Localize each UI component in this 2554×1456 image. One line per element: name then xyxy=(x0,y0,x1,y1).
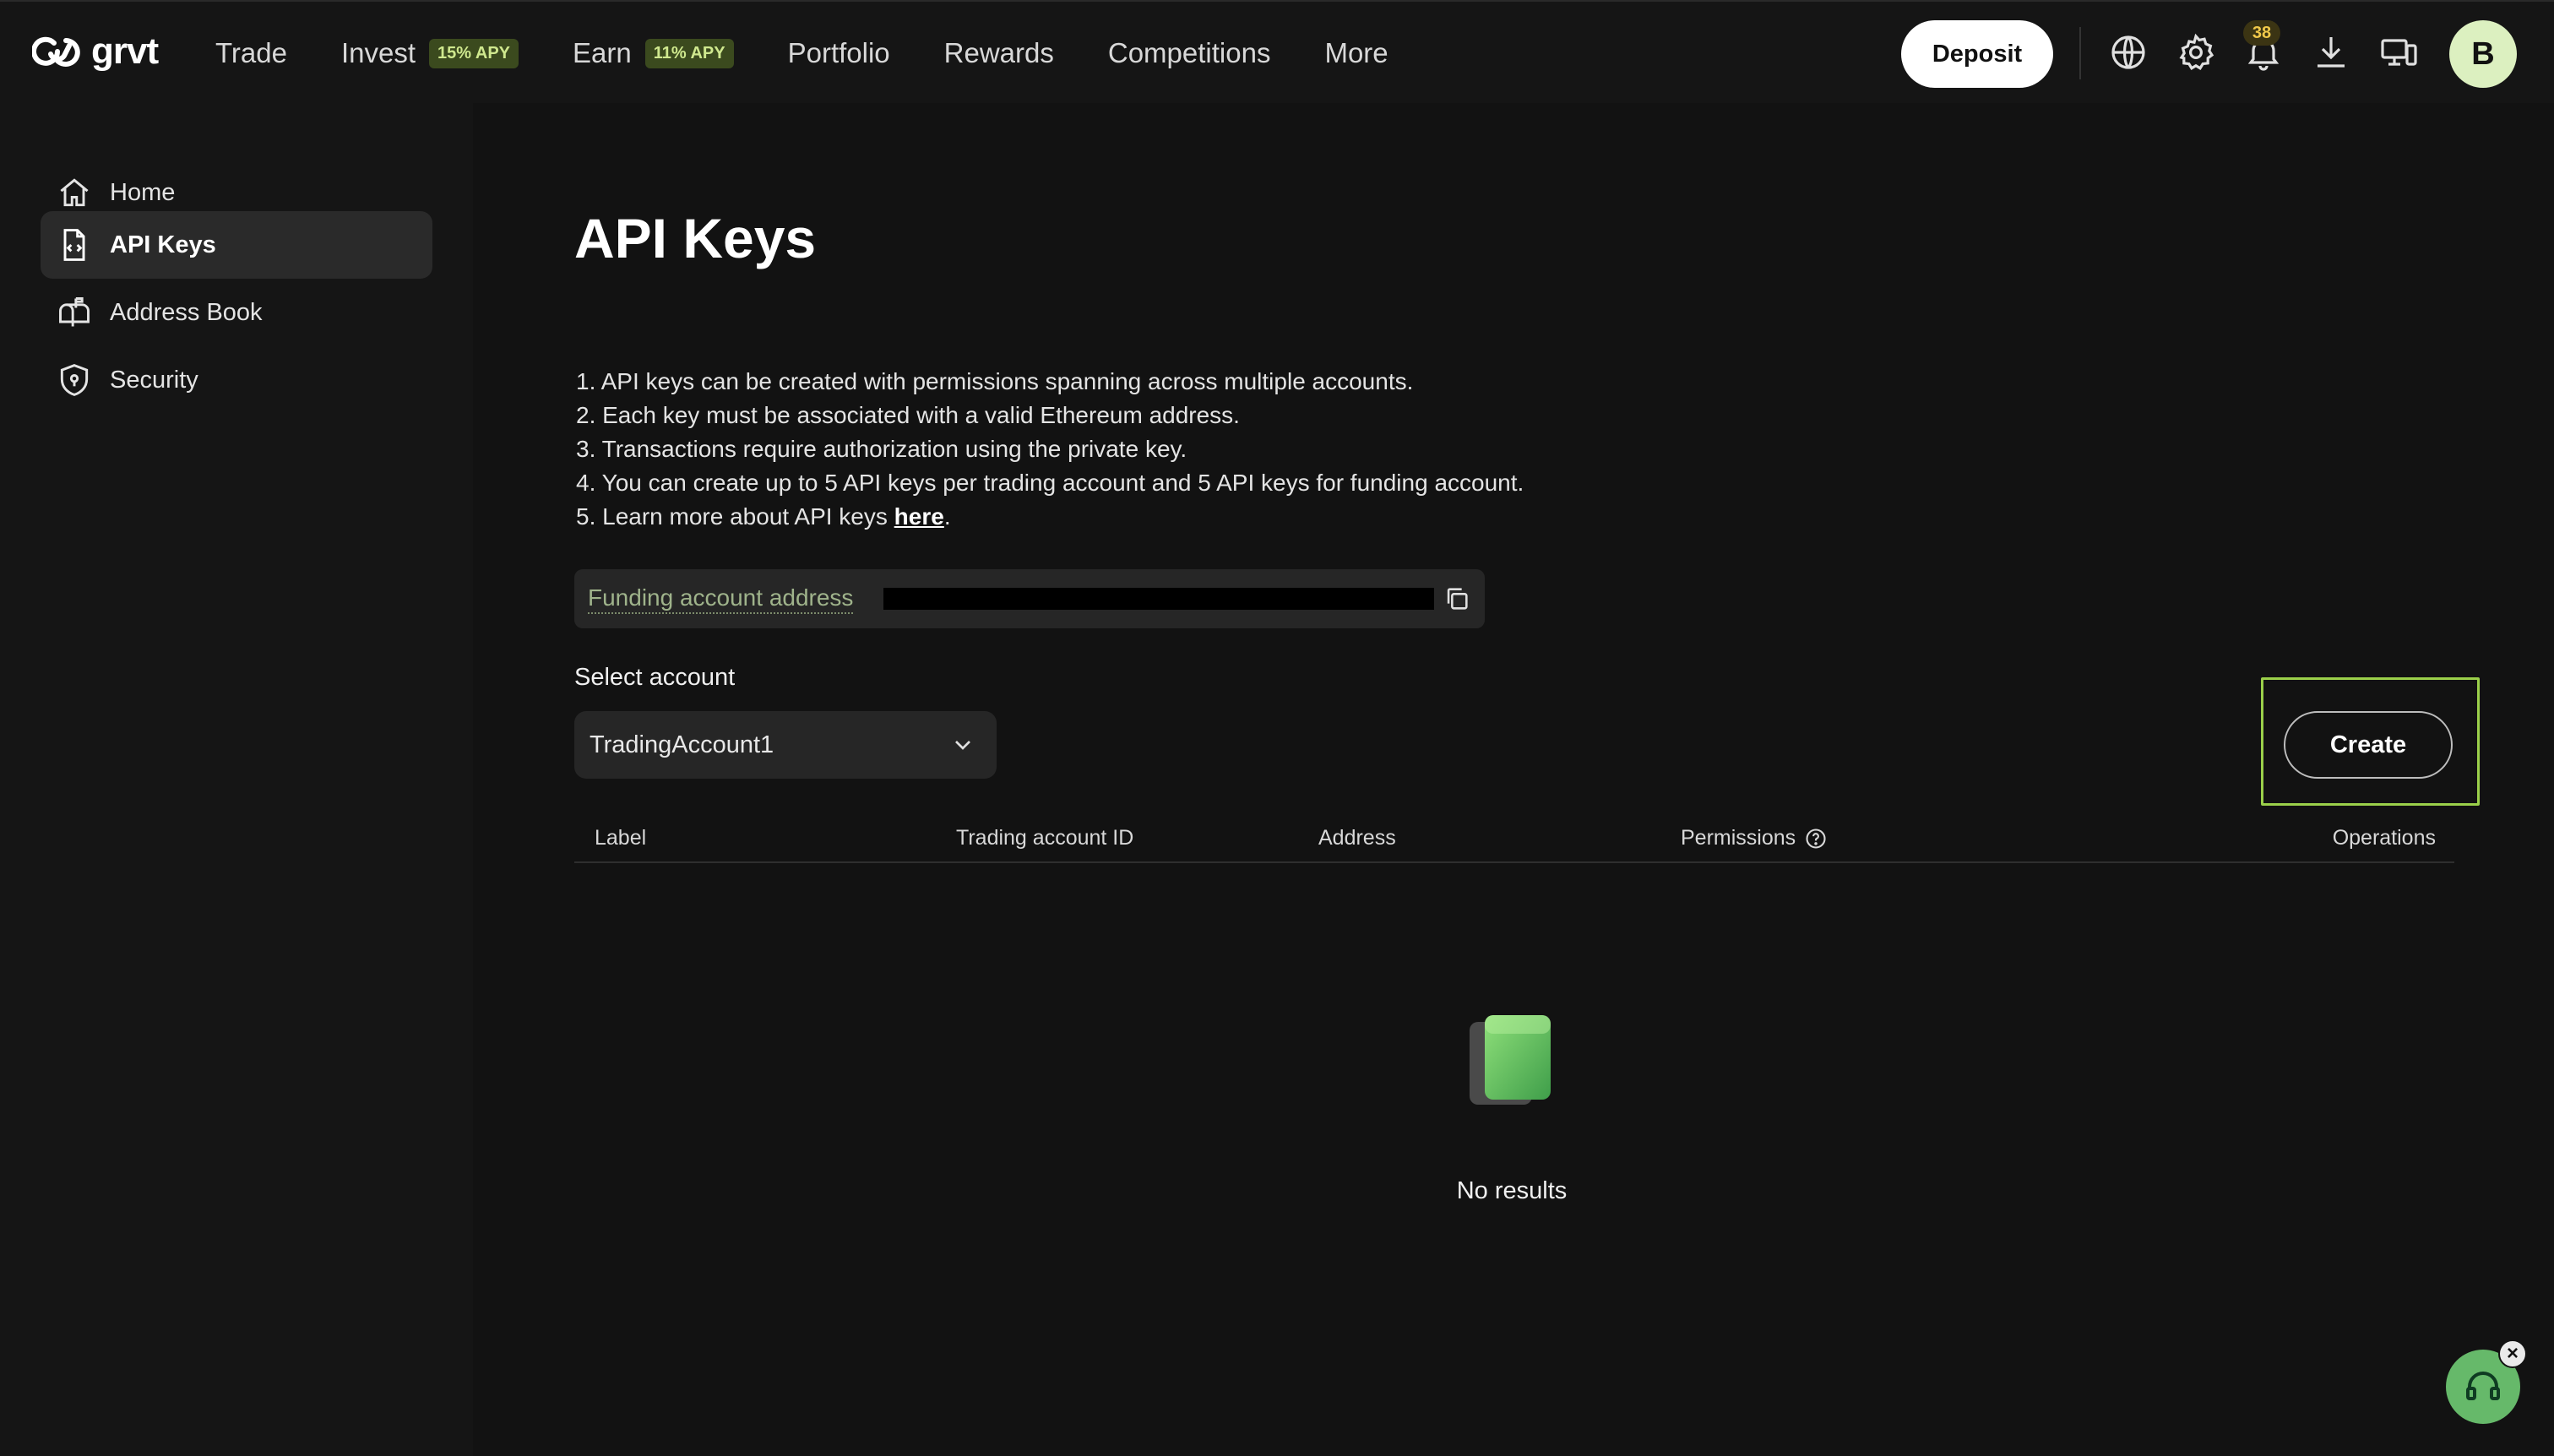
sidebar-item-label: Security xyxy=(110,366,198,394)
nav-earn[interactable]: Earn 11% APY xyxy=(573,37,734,69)
column-header-address: Address xyxy=(1318,826,1396,850)
funding-address-redacted xyxy=(883,588,1434,610)
nav-rewards-label: Rewards xyxy=(943,37,1054,68)
api-key-icon xyxy=(63,229,85,261)
info-line-1: 1. API keys can be created with permissi… xyxy=(576,368,1414,394)
page-title: API Keys xyxy=(574,207,817,269)
gear-icon[interactable] xyxy=(2176,32,2216,73)
nav-trade-label: Trade xyxy=(215,37,287,68)
info-line-2: 2. Each key must be associated with a va… xyxy=(576,402,1240,428)
brand-logo[interactable]: grvt xyxy=(32,30,159,73)
funding-account-address-field: Funding account address xyxy=(574,569,1485,628)
sidebar-item-label: Home xyxy=(110,178,176,206)
nav-invest-label: Invest xyxy=(340,37,416,68)
nav-competitions-label: Competitions xyxy=(1107,37,1271,68)
sidebar-item-api-keys[interactable]: API Keys xyxy=(41,211,432,279)
download-icon[interactable] xyxy=(2311,32,2351,73)
nav-more[interactable]: More xyxy=(1324,37,1388,69)
empty-state-text: No results xyxy=(1456,1177,1568,1204)
top-bar: grvt Trade Invest 15% APY Earn 11% APY P… xyxy=(0,0,2554,103)
info-line-4: 4. You can create up to 5 API keys per t… xyxy=(576,470,1524,496)
column-header-operations: Operations xyxy=(2332,826,2436,850)
nav-portfolio-label: Portfolio xyxy=(787,37,890,68)
invest-apy-badge: 15% APY xyxy=(429,38,519,68)
api-info-list: 1. API keys can be created with permissi… xyxy=(576,365,1524,534)
notification-count-badge: 38 xyxy=(2243,20,2280,46)
nav-competitions[interactable]: Competitions xyxy=(1108,37,1271,69)
mailbox-icon xyxy=(59,297,90,327)
earn-apy-badge: 11% APY xyxy=(644,38,734,68)
globe-icon[interactable] xyxy=(2108,32,2149,73)
nav-earn-label: Earn xyxy=(573,37,632,68)
copy-icon[interactable] xyxy=(1443,584,1471,613)
info-line-5: 5. Learn more about API keys here. xyxy=(576,500,1524,534)
grvt-logo-icon xyxy=(32,36,80,67)
headset-icon xyxy=(2466,1372,2500,1400)
nav-rewards[interactable]: Rewards xyxy=(944,37,1054,69)
column-header-trading-account-id: Trading account ID xyxy=(956,826,1134,850)
select-account-label: Select account xyxy=(574,664,736,691)
sidebar-item-address-book[interactable]: Address Book xyxy=(41,279,432,346)
shield-icon xyxy=(60,364,89,396)
funding-account-label: Funding account address xyxy=(588,584,854,614)
brand-name: grvt xyxy=(91,30,159,72)
sidebar-item-security[interactable]: Security xyxy=(41,346,432,414)
close-icon[interactable]: × xyxy=(2498,1339,2527,1368)
selected-account-value: TradingAccount1 xyxy=(590,731,774,758)
column-header-permissions: Permissions xyxy=(1681,826,1828,850)
devices-icon[interactable] xyxy=(2378,32,2419,73)
sidebar: Home API Keys Address Book Security xyxy=(0,103,473,1456)
nav-more-label: More xyxy=(1324,37,1388,68)
chevron-down-icon xyxy=(955,741,970,750)
main-nav: Trade Invest 15% APY Earn 11% APY Portfo… xyxy=(215,2,1443,105)
sidebar-item-label: Address Book xyxy=(110,298,263,326)
nav-trade[interactable]: Trade xyxy=(215,37,287,69)
user-avatar[interactable]: B xyxy=(2449,20,2517,88)
info-line-5-suffix: . xyxy=(943,503,951,530)
column-header-permissions-label: Permissions xyxy=(1681,826,1796,850)
api-keys-table-header: Label Trading account ID Address Permiss… xyxy=(574,816,2454,863)
deposit-button[interactable]: Deposit xyxy=(1901,20,2053,88)
home-icon xyxy=(60,178,89,207)
info-line-5-text: 5. Learn more about API keys xyxy=(576,503,894,530)
help-circle-icon[interactable] xyxy=(1804,827,1828,850)
nav-invest[interactable]: Invest 15% APY xyxy=(341,37,519,69)
main-content xyxy=(473,103,2554,1456)
empty-state-icon xyxy=(1470,1015,1551,1105)
column-header-label: Label xyxy=(595,826,647,850)
top-divider xyxy=(2079,27,2081,79)
nav-portfolio[interactable]: Portfolio xyxy=(788,37,890,69)
account-select[interactable]: TradingAccount1 xyxy=(574,711,997,779)
create-api-key-button[interactable]: Create xyxy=(2284,711,2453,779)
learn-more-link[interactable]: here xyxy=(894,503,944,530)
info-line-3: 3. Transactions require authorization us… xyxy=(576,436,1187,462)
sidebar-item-label: API Keys xyxy=(110,231,216,258)
